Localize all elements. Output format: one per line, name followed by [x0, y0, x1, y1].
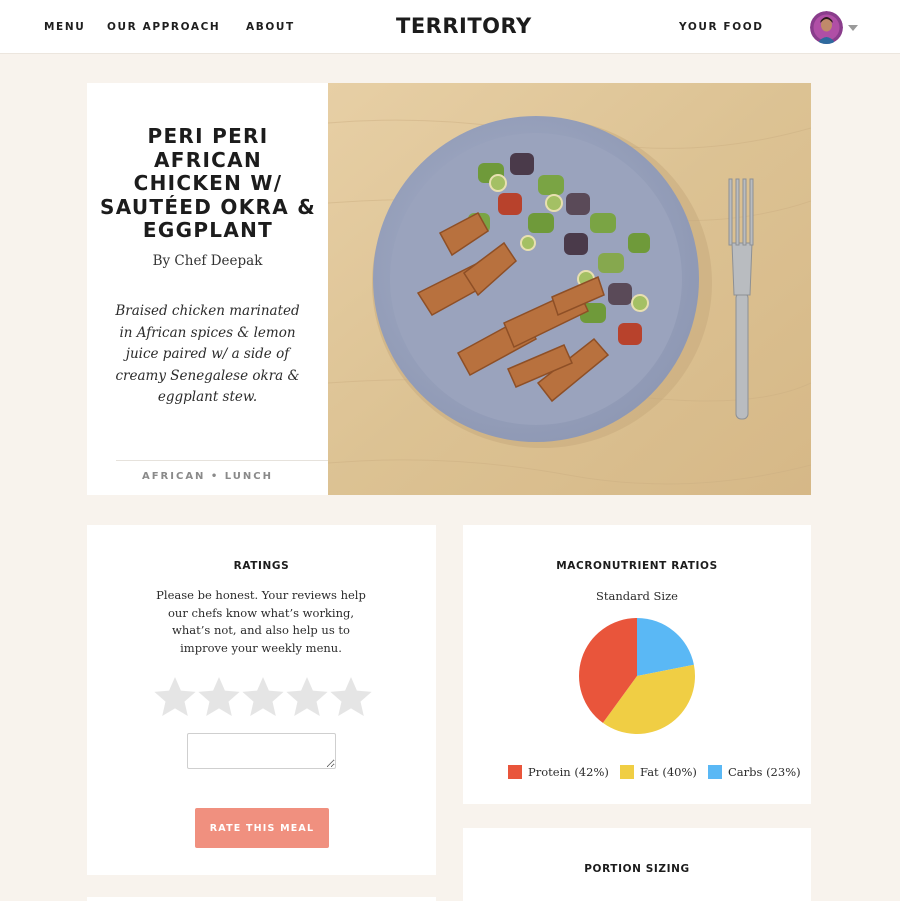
ratings-title: RATINGS [233, 560, 290, 572]
portion-sizing-card: PORTION SIZING [463, 828, 811, 901]
nav-about-link[interactable]: ABOUT [246, 21, 295, 33]
star-rating[interactable] [153, 675, 373, 723]
legend-swatch [708, 765, 722, 779]
star-icon[interactable] [241, 675, 285, 719]
star-icon[interactable] [285, 675, 329, 719]
nav-your-food-link[interactable]: YOUR FOOD [679, 21, 764, 33]
legend-label: Carbs (23%) [728, 765, 801, 779]
meal-photo [328, 83, 811, 495]
star-icon[interactable] [197, 675, 241, 719]
legend-swatch [508, 765, 522, 779]
nav-our-approach-link[interactable]: OUR APPROACH [107, 21, 220, 33]
territory-logo[interactable]: TERRITORY [396, 14, 532, 38]
ratings-card: RATINGS Please be honest. Your reviews h… [87, 525, 436, 875]
next-card [87, 897, 436, 901]
macros-subtitle: Standard Size [596, 589, 678, 603]
meal-title: PERI PERI AFRICAN CHICKEN W/ SAUTÉED OKR… [99, 124, 317, 242]
user-avatar-icon[interactable] [810, 11, 843, 44]
star-icon[interactable] [329, 675, 373, 719]
legend-label: Protein (42%) [528, 765, 609, 779]
rate-meal-button[interactable]: RATE THIS MEAL [195, 808, 329, 848]
legend-swatch [620, 765, 634, 779]
nav-menu-link[interactable]: MENU [44, 21, 85, 33]
meal-info-panel: PERI PERI AFRICAN CHICKEN W/ SAUTÉED OKR… [87, 83, 328, 495]
ratings-instructions: Please be honest. Your reviews help our … [156, 588, 366, 655]
legend-label: Fat (40%) [640, 765, 697, 779]
meal-hero-card: PERI PERI AFRICAN CHICKEN W/ SAUTÉED OKR… [87, 83, 811, 495]
chevron-down-icon[interactable] [848, 25, 858, 31]
review-textarea[interactable] [187, 733, 336, 769]
chef-byline: By Chef Deepak [152, 253, 263, 269]
portion-title: PORTION SIZING [584, 863, 690, 875]
macronutrient-card: MACRONUTRIENT RATIOS Standard Size Prote… [463, 525, 811, 804]
macros-title: MACRONUTRIENT RATIOS [556, 560, 718, 572]
divider [116, 460, 328, 461]
meal-tags: AFRICAN • LUNCH [141, 471, 273, 482]
top-navigation-bar: MENU OUR APPROACH ABOUT TERRITORY YOUR F… [0, 0, 900, 54]
meal-description: Braised chicken marinated in African spi… [115, 303, 300, 406]
star-icon[interactable] [153, 675, 197, 719]
macronutrient-pie-chart [577, 616, 697, 736]
